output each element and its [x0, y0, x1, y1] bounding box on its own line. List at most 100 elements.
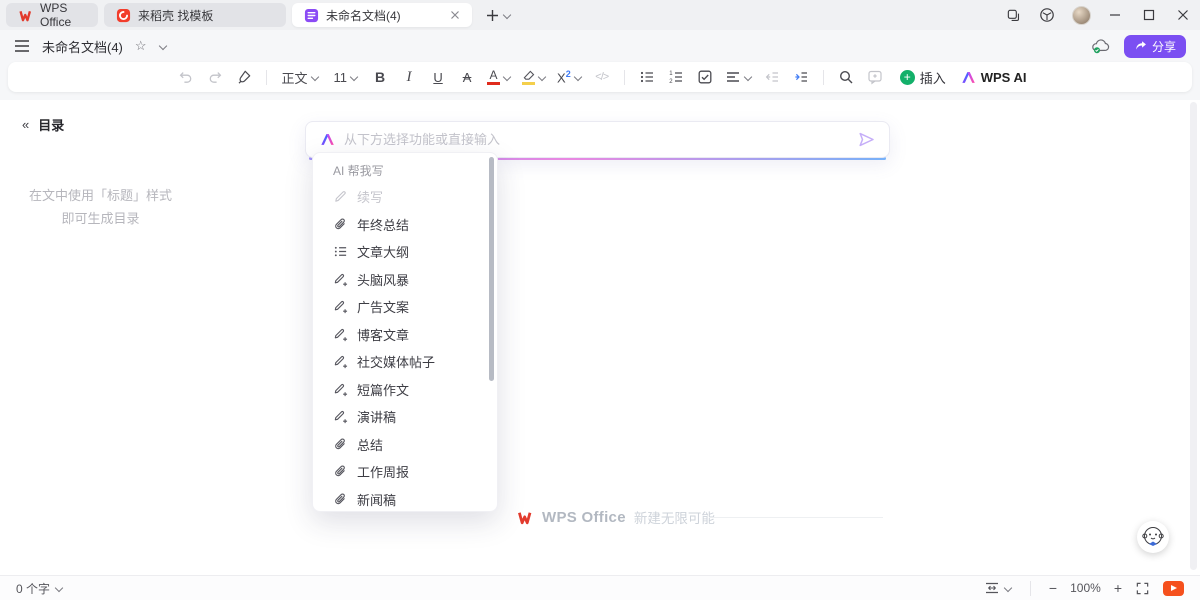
document-title: 未命名文档(4) — [42, 37, 123, 56]
fit-width-icon — [984, 581, 1000, 595]
font-color-swatch — [487, 82, 500, 85]
chevron-down-icon — [350, 73, 358, 81]
tab-label: 未命名文档(4) — [326, 7, 401, 24]
tab-bar: WPS Office 来稻壳 找模板 未命名文档(4) — [0, 0, 1200, 30]
strikethrough-button[interactable]: A — [455, 65, 479, 89]
writer-doc-icon — [304, 8, 319, 23]
cloud-saved-icon[interactable] — [1091, 38, 1110, 54]
toc-header: « 目录 — [22, 115, 64, 134]
bullet-list-icon[interactable] — [635, 65, 659, 89]
redo-icon[interactable] — [203, 65, 227, 89]
highlight-button[interactable] — [519, 65, 549, 89]
user-avatar[interactable] — [1064, 0, 1098, 30]
share-arrow-icon — [1134, 40, 1147, 52]
svg-text:2: 2 — [669, 79, 673, 85]
word-count-control[interactable]: 0 个字 — [16, 580, 63, 597]
watermark-slogan: 新建无限可能 — [634, 507, 715, 527]
title-menu-chevron-icon[interactable] — [159, 42, 167, 50]
favorite-star-icon[interactable]: ☆ — [135, 38, 147, 54]
zoom-level[interactable]: 100% — [1070, 581, 1101, 595]
watermark-divider — [713, 517, 883, 518]
fit-width-control[interactable] — [984, 581, 1012, 595]
tab-close-icon[interactable] — [450, 10, 460, 20]
wps-ai-logo-icon — [961, 70, 976, 85]
word-count: 0 个字 — [16, 580, 50, 597]
share-button[interactable]: 分享 — [1124, 35, 1186, 58]
search-icon[interactable] — [834, 65, 858, 89]
dropdown-scrollbar[interactable] — [489, 157, 494, 381]
tab-docer-templates[interactable]: 来稻壳 找模板 — [104, 3, 286, 27]
font-size-select[interactable]: 11 — [329, 65, 364, 89]
code-format-button[interactable]: </> — [590, 65, 614, 89]
tab-label: WPS Office — [40, 1, 86, 29]
tab-list-chevron-icon[interactable] — [503, 11, 511, 19]
zoom-out-button[interactable]: − — [1049, 580, 1057, 596]
decrease-indent-icon[interactable] — [760, 65, 784, 89]
paragraph-style-select[interactable]: 正文 — [277, 65, 324, 89]
menu-item-weekly-work-report[interactable]: 工作周报 — [313, 458, 497, 486]
undo-icon[interactable] — [174, 65, 198, 89]
font-color-button[interactable]: A — [484, 65, 514, 89]
italic-button[interactable]: I — [397, 65, 421, 89]
svg-text:1: 1 — [669, 71, 673, 77]
menu-item-article-outline[interactable]: 文章大纲 — [313, 238, 497, 266]
maximize-button[interactable] — [1132, 0, 1166, 30]
tab-label: 来稻壳 找模板 — [138, 7, 213, 24]
format-painter-icon[interactable] — [232, 65, 256, 89]
pen-plus-icon — [333, 299, 348, 314]
numbered-list-icon[interactable]: 12 — [664, 65, 688, 89]
toc-collapse-icon[interactable]: « — [22, 117, 29, 132]
underline-button[interactable]: U — [426, 65, 450, 89]
pen-plus-icon — [333, 327, 348, 342]
ai-prompt-input[interactable] — [344, 132, 849, 147]
comment-icon[interactable] — [863, 65, 887, 89]
menu-item-press-release[interactable]: 新闻稿 — [313, 486, 497, 513]
minimize-button[interactable] — [1098, 0, 1132, 30]
menu-item-summary[interactable]: 总结 — [313, 431, 497, 459]
fullscreen-icon[interactable] — [1135, 581, 1150, 596]
tab-untitled-document[interactable]: 未命名文档(4) — [292, 3, 472, 27]
insert-button[interactable]: + 插入 — [900, 68, 946, 87]
main-menu-icon[interactable] — [14, 39, 30, 53]
wps-writer-window: WPS Office 来稻壳 找模板 未命名文档(4) — [0, 0, 1200, 600]
menu-item-ad-copy[interactable]: 广告文案 — [313, 293, 497, 321]
menu-section-header: AI 帮我写 — [313, 159, 497, 183]
send-icon[interactable] — [858, 132, 875, 147]
menu-item-speech[interactable]: 演讲稿 — [313, 403, 497, 431]
menu-item-year-end-summary[interactable]: 年终总结 — [313, 211, 497, 239]
document-scrollbar[interactable] — [1190, 102, 1197, 570]
wps-logo-icon — [516, 509, 534, 526]
app-center-icon[interactable] — [1030, 0, 1064, 30]
superscript-button[interactable]: X2 — [554, 65, 585, 89]
new-tab-button[interactable] — [486, 9, 499, 22]
menu-item-blog-post[interactable]: 博客文章 — [313, 321, 497, 349]
docer-icon — [116, 8, 131, 23]
menu-item-social-media-post[interactable]: 社交媒体帖子 — [313, 348, 497, 376]
menu-item-continue-writing[interactable]: 续写 — [313, 183, 497, 211]
chevron-down-icon — [538, 73, 546, 81]
status-bar: 0 个字 − 100% + — [0, 575, 1200, 600]
wps-ai-button[interactable]: WPS AI — [961, 70, 1027, 85]
increase-indent-icon[interactable] — [789, 65, 813, 89]
chevron-down-icon — [55, 584, 63, 592]
page-watermark: WPS Office 新建无限可能 — [516, 507, 715, 527]
toc-title: 目录 — [38, 115, 64, 134]
tab-wps-office[interactable]: WPS Office — [6, 3, 98, 27]
plus-icon: + — [900, 70, 915, 85]
video-tutorial-button[interactable] — [1163, 581, 1184, 596]
wps-ai-logo-icon — [320, 132, 335, 147]
boards-icon[interactable] — [996, 0, 1030, 30]
bold-button[interactable]: B — [368, 65, 392, 89]
assistant-mascot-icon[interactable] — [1137, 521, 1169, 553]
chevron-down-icon — [1004, 584, 1012, 592]
menu-item-brainstorm[interactable]: 头脑风暴 — [313, 266, 497, 294]
close-button[interactable] — [1166, 0, 1200, 30]
window-controls — [996, 0, 1200, 30]
chevron-down-icon — [574, 73, 582, 81]
zoom-in-button[interactable]: + — [1114, 580, 1122, 596]
task-list-icon[interactable] — [693, 65, 717, 89]
wps-logo-icon — [18, 8, 33, 23]
alignment-button[interactable] — [722, 65, 755, 89]
new-tab-controls — [486, 9, 511, 22]
menu-item-short-essay[interactable]: 短篇作文 — [313, 376, 497, 404]
